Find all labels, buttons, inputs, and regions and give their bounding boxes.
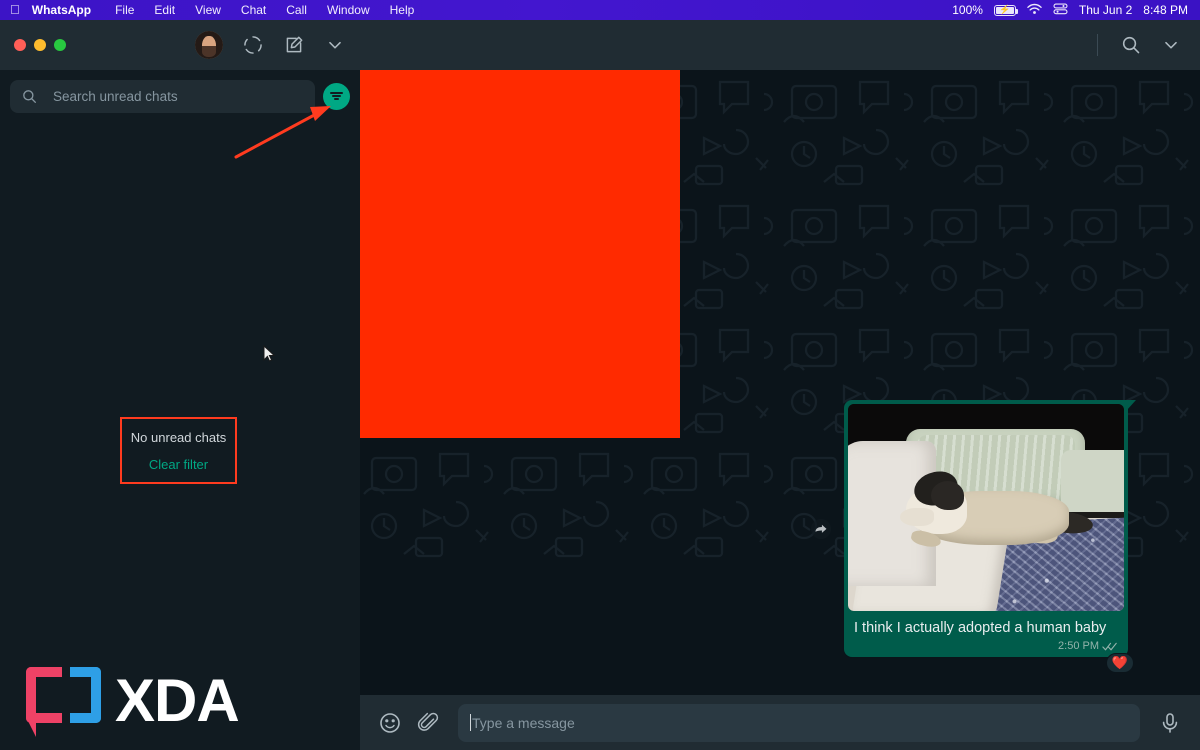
message-input[interactable]: Type a message — [458, 704, 1140, 742]
battery-percent-label: 100% — [952, 3, 983, 17]
empty-state-highlight: No unread chats Clear filter — [120, 417, 237, 484]
search-input[interactable]: Search unread chats — [10, 80, 315, 113]
chat-panel: I think I actually adopted a human baby … — [360, 20, 1200, 750]
chat-search-icon[interactable] — [1120, 34, 1142, 56]
menu-item-view[interactable]: View — [185, 3, 231, 17]
xda-bubble-icon — [26, 667, 101, 735]
header-divider — [1097, 34, 1098, 56]
minimize-window-button[interactable] — [34, 39, 46, 51]
menu-item-file[interactable]: File — [105, 3, 144, 17]
message-input-placeholder: Type a message — [472, 715, 575, 731]
message-reaction-badge[interactable]: ❤️ — [1106, 653, 1134, 673]
text-caret — [470, 714, 471, 731]
emoji-icon[interactable] — [378, 711, 402, 735]
double-check-icon — [1102, 641, 1118, 652]
sidebar-action-group — [195, 31, 346, 59]
status-icon[interactable] — [242, 34, 264, 56]
message-meta: 2:50 PM — [848, 638, 1124, 657]
clear-filter-button[interactable]: Clear filter — [149, 457, 208, 472]
menu-item-edit[interactable]: Edit — [144, 3, 185, 17]
chevron-down-icon[interactable] — [324, 34, 346, 56]
message-list[interactable]: I think I actually adopted a human baby … — [360, 70, 1200, 695]
new-chat-icon[interactable] — [283, 34, 305, 56]
message-bubble[interactable]: I think I actually adopted a human baby … — [844, 400, 1128, 657]
message-row-outgoing: I think I actually adopted a human baby … — [810, 400, 1128, 657]
menu-bar-left-group:  WhatsApp File Edit View Chat Call Wind… — [0, 3, 424, 17]
menu-item-chat[interactable]: Chat — [231, 3, 276, 17]
message-timestamp: 2:50 PM — [1058, 640, 1099, 652]
maximize-window-button[interactable] — [54, 39, 66, 51]
menu-bar-date[interactable]: Thu Jun 2 — [1079, 3, 1132, 17]
apple-icon[interactable]:  — [10, 3, 20, 16]
chat-header — [360, 20, 1200, 70]
menu-bar-status-group: 100% ⚡ Thu Jun 2 8:48 PM — [952, 3, 1200, 18]
close-window-button[interactable] — [14, 39, 26, 51]
xda-watermark: XDA — [26, 667, 239, 735]
search-row: Search unread chats — [0, 70, 360, 122]
macos-menu-bar:  WhatsApp File Edit View Chat Call Wind… — [0, 0, 1200, 20]
window-traffic-lights — [14, 39, 66, 51]
empty-state-title: No unread chats — [131, 430, 226, 445]
menu-item-window[interactable]: Window — [317, 3, 380, 17]
sidebar-title-bar — [0, 20, 360, 70]
whatsapp-window: Search unread chats No unread chats Clea… — [0, 20, 1200, 750]
chat-menu-chevron-down-icon[interactable] — [1160, 34, 1182, 56]
menu-item-whatsapp[interactable]: WhatsApp — [32, 3, 105, 17]
menu-item-call[interactable]: Call — [276, 3, 317, 17]
forward-icon[interactable] — [810, 518, 832, 540]
wifi-icon[interactable] — [1027, 3, 1042, 18]
battery-charging-icon[interactable]: ⚡ — [994, 5, 1016, 16]
red-redaction-box — [360, 70, 680, 438]
message-text: I think I actually adopted a human baby — [848, 611, 1124, 638]
menu-bar-time[interactable]: 8:48 PM — [1143, 3, 1188, 17]
control-center-icon[interactable] — [1053, 3, 1068, 18]
mouse-cursor — [263, 345, 277, 363]
message-image[interactable] — [848, 404, 1124, 611]
microphone-icon[interactable] — [1158, 711, 1182, 735]
avatar[interactable] — [195, 31, 223, 59]
message-composer: Type a message — [360, 695, 1200, 750]
search-icon — [22, 89, 37, 104]
menu-item-help[interactable]: Help — [380, 3, 425, 17]
filter-icon — [330, 90, 343, 101]
paperclip-icon[interactable] — [416, 711, 440, 735]
screenshot-root:  WhatsApp File Edit View Chat Call Wind… — [0, 0, 1200, 750]
chat-list-sidebar: Search unread chats No unread chats Clea… — [0, 20, 360, 750]
search-placeholder: Search unread chats — [53, 89, 178, 104]
unread-filter-button[interactable] — [323, 83, 350, 110]
xda-wordmark: XDA — [115, 673, 239, 728]
